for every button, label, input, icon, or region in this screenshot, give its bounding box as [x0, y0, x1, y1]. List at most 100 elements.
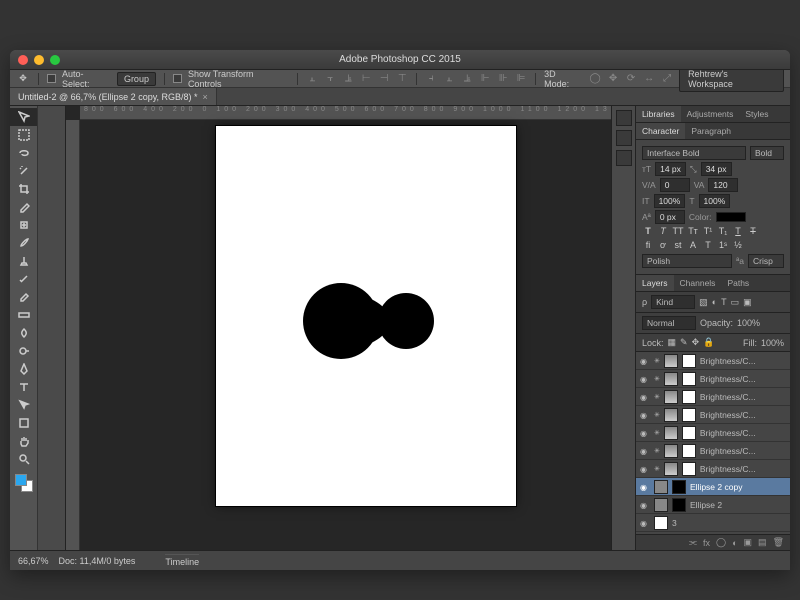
hscale-field[interactable]: 100%	[699, 194, 731, 208]
font-weight-dropdown[interactable]: Bold	[750, 146, 784, 160]
tab-libraries[interactable]: Libraries	[636, 106, 681, 122]
vscale-field[interactable]: 100%	[654, 194, 686, 208]
distribute-bottom-icon[interactable]: ⫡	[461, 73, 473, 85]
allcaps-button[interactable]: TT	[672, 226, 684, 238]
layer-row[interactable]: ✳Brightness/C...	[636, 424, 790, 442]
align-left-icon[interactable]: ⊢	[360, 73, 372, 85]
ligatures-button[interactable]: fi	[642, 240, 654, 252]
visibility-eye-icon[interactable]	[640, 446, 650, 456]
mode3d-slide-icon[interactable]: ↔	[643, 73, 655, 85]
zoom-level[interactable]: 66,67%	[18, 556, 49, 566]
tab-paths[interactable]: Paths	[721, 275, 755, 291]
visibility-eye-icon[interactable]	[640, 482, 650, 492]
delete-layer-icon[interactable]: 🗑	[773, 537, 784, 548]
swash-button[interactable]: st	[672, 240, 684, 252]
layer-mask-icon[interactable]: ◯	[716, 537, 726, 548]
marquee-tool[interactable]	[10, 126, 37, 144]
align-vcenter-icon[interactable]: ⫟	[324, 73, 336, 85]
blend-mode-dropdown[interactable]: Normal	[642, 316, 696, 330]
document-tab[interactable]: Untitled-2 @ 66,7% (Ellipse 2 copy, RGB/…	[10, 88, 217, 105]
timeline-tab[interactable]: Timeline	[165, 554, 199, 567]
titling-button[interactable]: T	[702, 240, 714, 252]
dock-glyph-icon[interactable]	[616, 110, 632, 126]
pen-tool[interactable]	[10, 360, 37, 378]
distribute-top-icon[interactable]: ⫞	[425, 73, 437, 85]
antialias-dropdown[interactable]: Crisp	[748, 254, 784, 268]
group-icon[interactable]: ▣	[744, 537, 753, 548]
text-color-chip[interactable]	[716, 212, 746, 222]
show-transform-checkbox[interactable]	[173, 74, 182, 83]
layer-row[interactable]: 3	[636, 514, 790, 532]
font-family-dropdown[interactable]: Interface Bold	[642, 146, 746, 160]
lock-all-icon[interactable]: 🔒	[703, 337, 714, 348]
align-hcenter-icon[interactable]: ⊣	[378, 73, 390, 85]
layer-row[interactable]: ✳Brightness/C...	[636, 352, 790, 370]
faux-italic-button[interactable]: T	[657, 226, 669, 238]
tab-channels[interactable]: Channels	[674, 275, 722, 291]
mode3d-orbit-icon[interactable]: ◯	[589, 73, 601, 85]
tab-character[interactable]: Character	[636, 123, 685, 139]
layer-list[interactable]: ✳Brightness/C...✳Brightness/C...✳Brightn…	[636, 352, 790, 534]
subscript-button[interactable]: T₁	[717, 226, 729, 238]
faux-bold-button[interactable]: T	[642, 226, 654, 238]
hand-tool[interactable]	[10, 432, 37, 450]
fill-field[interactable]: 100%	[761, 338, 784, 348]
opacity-field[interactable]: 100%	[737, 318, 760, 328]
move-tool[interactable]	[10, 108, 37, 126]
eyedropper-tool[interactable]	[10, 198, 37, 216]
magic-wand-tool[interactable]	[10, 162, 37, 180]
filter-kind-icon[interactable]: ρ	[642, 297, 647, 307]
adjustment-layer-icon[interactable]: ◐	[732, 538, 737, 548]
layer-row[interactable]: ✳Brightness/C...	[636, 406, 790, 424]
language-dropdown[interactable]: Polish	[642, 254, 732, 268]
fractions-button[interactable]: ½	[732, 240, 744, 252]
color-swatches[interactable]	[15, 474, 33, 492]
align-right-icon[interactable]: ⊤	[396, 73, 408, 85]
crop-tool[interactable]	[10, 180, 37, 198]
tab-adjustments[interactable]: Adjustments	[681, 106, 740, 122]
distribute-vcenter-icon[interactable]: ⫠	[443, 73, 455, 85]
clone-stamp-tool[interactable]	[10, 252, 37, 270]
layer-row[interactable]: ✳Brightness/C...	[636, 460, 790, 478]
baseline-field[interactable]: 0 px	[655, 210, 685, 224]
layer-row[interactable]: ✳Brightness/C...	[636, 388, 790, 406]
auto-select-checkbox[interactable]	[47, 74, 56, 83]
tab-paragraph[interactable]: Paragraph	[685, 123, 737, 139]
visibility-eye-icon[interactable]	[640, 392, 650, 402]
mode3d-pan-icon[interactable]: ✥	[607, 73, 619, 85]
blur-tool[interactable]	[10, 324, 37, 342]
lock-position-icon[interactable]: ✥	[692, 337, 700, 348]
strike-button[interactable]: T	[747, 226, 759, 238]
lasso-tool[interactable]	[10, 144, 37, 162]
dodge-tool[interactable]	[10, 342, 37, 360]
dock-paragraph-icon[interactable]	[616, 150, 632, 166]
layer-row[interactable]: ✳Brightness/C...	[636, 370, 790, 388]
auto-select-dropdown[interactable]: Group	[117, 72, 156, 86]
lock-pixels-icon[interactable]: ✎	[680, 337, 688, 348]
visibility-eye-icon[interactable]	[640, 500, 650, 510]
filter-type-icon[interactable]: T	[721, 297, 727, 307]
filter-smart-icon[interactable]: ▣	[743, 297, 752, 308]
brush-tool[interactable]	[10, 234, 37, 252]
distribute-hcenter-icon[interactable]: ⊪	[497, 73, 509, 85]
visibility-eye-icon[interactable]	[640, 464, 650, 474]
contextual-button[interactable]: ơ	[657, 240, 669, 252]
stylistic-button[interactable]: A	[687, 240, 699, 252]
tab-styles[interactable]: Styles	[739, 106, 774, 122]
visibility-eye-icon[interactable]	[640, 356, 650, 366]
mode3d-scale-icon[interactable]: ⤢	[661, 73, 673, 85]
doc-size[interactable]: Doc: 11,4M/0 bytes	[59, 556, 136, 566]
history-brush-tool[interactable]	[10, 270, 37, 288]
visibility-eye-icon[interactable]	[640, 374, 650, 384]
move-tool-icon[interactable]: ✥	[16, 72, 30, 86]
tab-layers[interactable]: Layers	[636, 275, 674, 291]
canvas-area[interactable]: 800 600 400 200 0 100 200 300 400 500 60…	[66, 106, 635, 550]
tracking-field[interactable]: 120	[708, 178, 738, 192]
filter-shape-icon[interactable]: ▭	[731, 297, 740, 308]
align-bottom-icon[interactable]: ⫡	[342, 73, 354, 85]
visibility-eye-icon[interactable]	[640, 410, 650, 420]
lock-transparency-icon[interactable]: ▦	[668, 337, 677, 348]
visibility-eye-icon[interactable]	[640, 518, 650, 528]
shape-tool[interactable]	[10, 414, 37, 432]
path-select-tool[interactable]	[10, 396, 37, 414]
